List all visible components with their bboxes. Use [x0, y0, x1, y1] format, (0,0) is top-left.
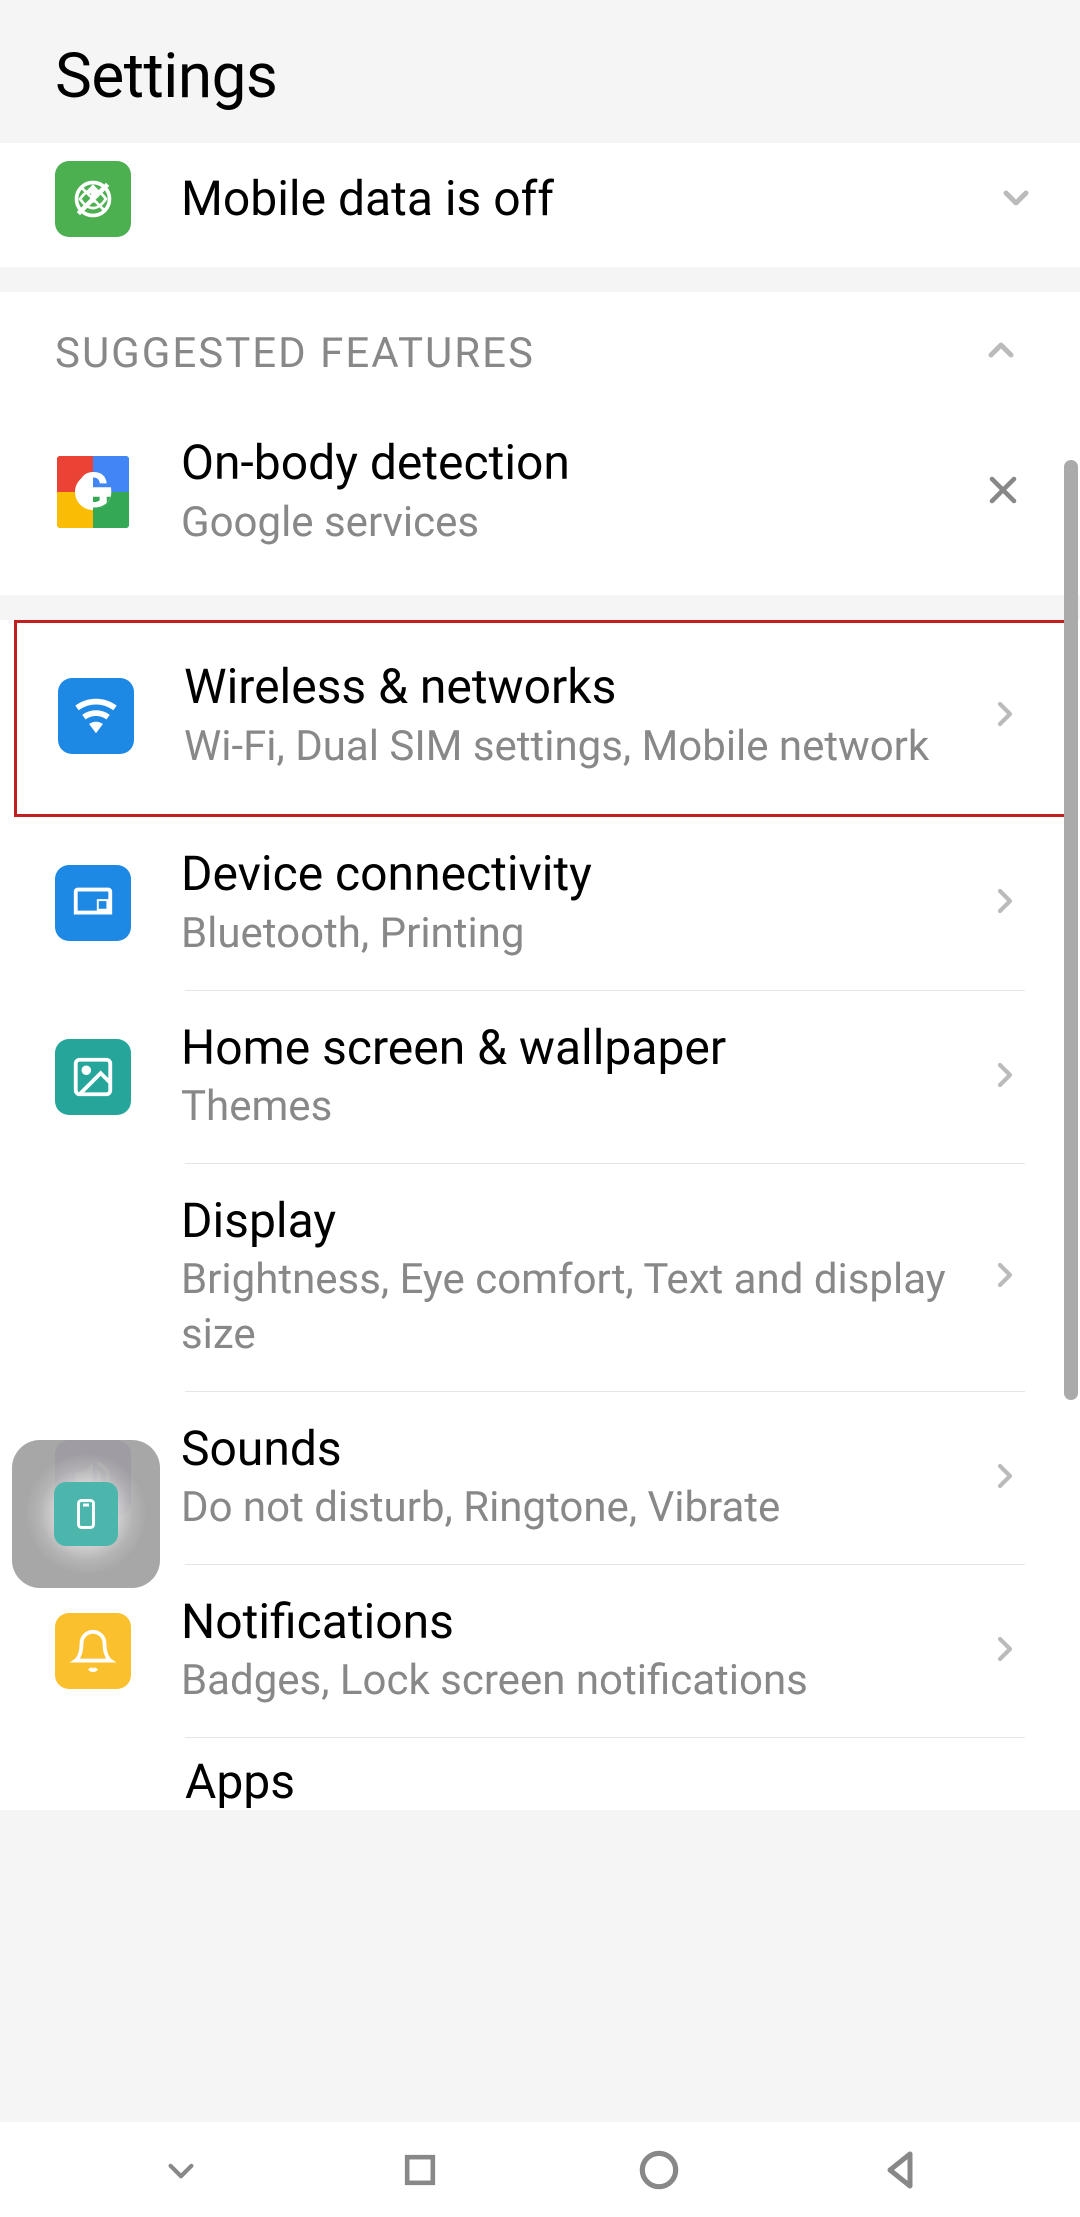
chevron-up-icon[interactable]	[977, 327, 1025, 379]
navigation-bar	[0, 2122, 1080, 2217]
settings-item-wireless[interactable]: Wireless & networks Wi-Fi, Dual SIM sett…	[14, 620, 1070, 817]
settings-item-title: Notifications	[181, 1593, 965, 1651]
settings-item-notifications[interactable]: Notifications Badges, Lock screen notifi…	[0, 1565, 1080, 1737]
settings-text: Device connectivity Bluetooth, Printing	[181, 845, 965, 961]
wifi-icon	[58, 678, 134, 754]
settings-item-wallpaper[interactable]: Home screen & wallpaper Themes	[0, 991, 1080, 1163]
suggested-item-subtitle: Google services	[181, 496, 961, 551]
mobile-data-card: Mobile data is off	[0, 143, 1080, 267]
floating-assistive-button[interactable]	[12, 1440, 160, 1588]
nav-recent-icon[interactable]	[398, 2148, 442, 2192]
settings-item-title: Wireless & networks	[184, 658, 965, 716]
settings-item-title: Display	[181, 1192, 965, 1250]
suggested-section-title: SUGGESTED FEATURES	[55, 329, 535, 378]
settings-item-title: Sounds	[181, 1420, 965, 1478]
chevron-down-icon[interactable]	[992, 173, 1040, 225]
chevron-right-icon	[985, 1629, 1025, 1673]
mobile-data-text: Mobile data is off	[181, 170, 972, 228]
scrollbar[interactable]	[1064, 460, 1078, 1860]
phone-icon	[54, 1482, 118, 1546]
scrollbar-thumb[interactable]	[1064, 460, 1078, 1400]
settings-item-apps-partial[interactable]: Apps	[0, 1738, 1080, 1810]
chevron-right-icon	[985, 1255, 1025, 1299]
settings-item-title: Device connectivity	[181, 845, 965, 903]
chevron-right-icon	[985, 694, 1025, 738]
settings-text: Home screen & wallpaper Themes	[181, 1019, 965, 1135]
nav-back-icon[interactable]	[876, 2146, 924, 2194]
settings-item-connectivity[interactable]: Device connectivity Bluetooth, Printing	[0, 817, 1080, 989]
chevron-right-icon	[985, 1055, 1025, 1099]
image-icon	[55, 1039, 131, 1115]
settings-header: Settings	[0, 0, 1080, 143]
settings-text: Wireless & networks Wi-Fi, Dual SIM sett…	[184, 658, 965, 774]
suggested-card: SUGGESTED FEATURES G On-body detection G…	[0, 292, 1080, 595]
mobile-data-off-icon	[55, 161, 131, 237]
settings-item-title: Home screen & wallpaper	[181, 1019, 965, 1077]
settings-item-display[interactable]: Display Brightness, Eye comfort, Text an…	[0, 1164, 1080, 1391]
settings-item-subtitle: Themes	[181, 1080, 965, 1135]
nav-home-icon[interactable]	[634, 2145, 684, 2195]
settings-item-subtitle: Wi-Fi, Dual SIM settings, Mobile network	[184, 720, 965, 775]
settings-item-subtitle: Do not disturb, Ringtone, Vibrate	[181, 1481, 965, 1536]
mobile-data-title: Mobile data is off	[181, 170, 972, 228]
settings-list: Wireless & networks Wi-Fi, Dual SIM sett…	[0, 620, 1080, 1810]
chevron-right-icon	[985, 1456, 1025, 1500]
svg-text:G: G	[77, 462, 110, 519]
settings-item-subtitle: Badges, Lock screen notifications	[181, 1654, 965, 1709]
suggested-header[interactable]: SUGGESTED FEATURES	[0, 292, 1080, 399]
suggested-item-title: On-body detection	[181, 434, 961, 492]
suggested-item-onbody[interactable]: G On-body detection Google services	[0, 399, 1080, 595]
close-icon[interactable]	[981, 468, 1025, 516]
page-title: Settings	[55, 40, 1025, 113]
google-icon: G	[55, 454, 131, 530]
mobile-data-row[interactable]: Mobile data is off	[0, 143, 1080, 267]
settings-text: Display Brightness, Eye comfort, Text an…	[181, 1192, 965, 1363]
bell-icon	[55, 1613, 131, 1689]
settings-item-subtitle: Brightness, Eye comfort, Text and displa…	[181, 1253, 965, 1362]
chevron-right-icon	[985, 881, 1025, 925]
settings-item-sounds[interactable]: Sounds Do not disturb, Ringtone, Vibrate	[0, 1392, 1080, 1564]
nav-keyboard-down-icon[interactable]	[156, 2145, 206, 2195]
settings-text: Notifications Badges, Lock screen notifi…	[181, 1593, 965, 1709]
assistive-ring	[26, 1454, 146, 1574]
settings-text: Sounds Do not disturb, Ringtone, Vibrate	[181, 1420, 965, 1536]
suggested-text: On-body detection Google services	[181, 434, 961, 550]
settings-item-subtitle: Bluetooth, Printing	[181, 907, 965, 962]
devices-icon	[55, 865, 131, 941]
